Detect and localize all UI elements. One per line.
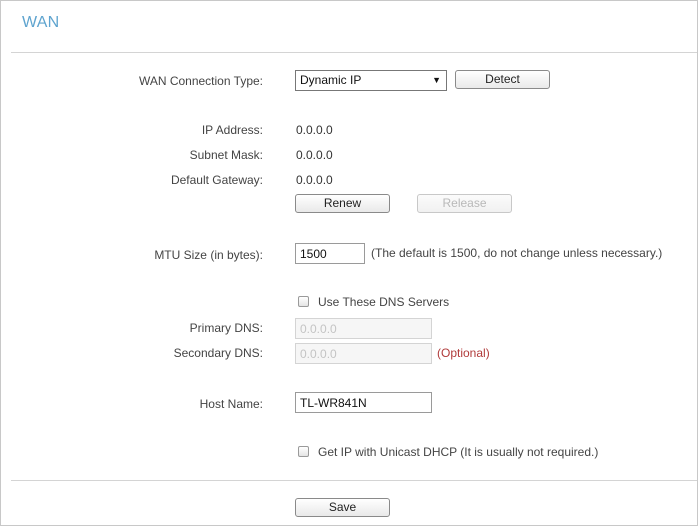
renew-button[interactable]: Renew xyxy=(295,194,390,213)
subnet-mask-value: 0.0.0.0 xyxy=(296,148,333,162)
mtu-size-input[interactable] xyxy=(295,243,365,264)
release-button[interactable]: Release xyxy=(417,194,512,213)
secondary-dns-label: Secondary DNS: xyxy=(173,346,263,360)
save-button[interactable]: Save xyxy=(295,498,390,517)
primary-dns-input[interactable] xyxy=(295,318,432,339)
header-divider xyxy=(11,52,697,53)
host-name-label: Host Name: xyxy=(199,397,263,411)
use-dns-servers-label: Use These DNS Servers xyxy=(318,295,450,309)
default-gateway-label: Default Gateway: xyxy=(170,173,263,187)
detect-button[interactable]: Detect xyxy=(455,70,550,89)
footer-divider xyxy=(11,480,697,481)
primary-dns-label: Primary DNS: xyxy=(189,321,263,335)
ip-address-value: 0.0.0.0 xyxy=(296,123,333,137)
subnet-mask-label: Subnet Mask: xyxy=(189,148,263,162)
wan-connection-type-select[interactable]: Dynamic IP ▼ xyxy=(295,70,447,91)
unicast-dhcp-label: Get IP with Unicast DHCP (It is usually … xyxy=(318,445,599,459)
use-dns-servers-checkbox[interactable] xyxy=(298,296,309,307)
secondary-dns-optional-note: (Optional) xyxy=(437,346,490,360)
page-title: WAN xyxy=(22,14,60,31)
secondary-dns-input[interactable] xyxy=(295,343,432,364)
mtu-hint: (The default is 1500, do not change unle… xyxy=(371,246,663,260)
wan-connection-type-label: WAN Connection Type: xyxy=(138,74,263,88)
chevron-down-icon: ▼ xyxy=(432,75,441,85)
host-name-input[interactable] xyxy=(295,392,432,413)
default-gateway-value: 0.0.0.0 xyxy=(296,173,333,187)
mtu-size-label: MTU Size (in bytes): xyxy=(154,248,263,262)
ip-address-label: IP Address: xyxy=(201,123,263,137)
unicast-dhcp-checkbox[interactable] xyxy=(298,446,309,457)
wan-connection-type-value: Dynamic IP xyxy=(300,73,362,87)
